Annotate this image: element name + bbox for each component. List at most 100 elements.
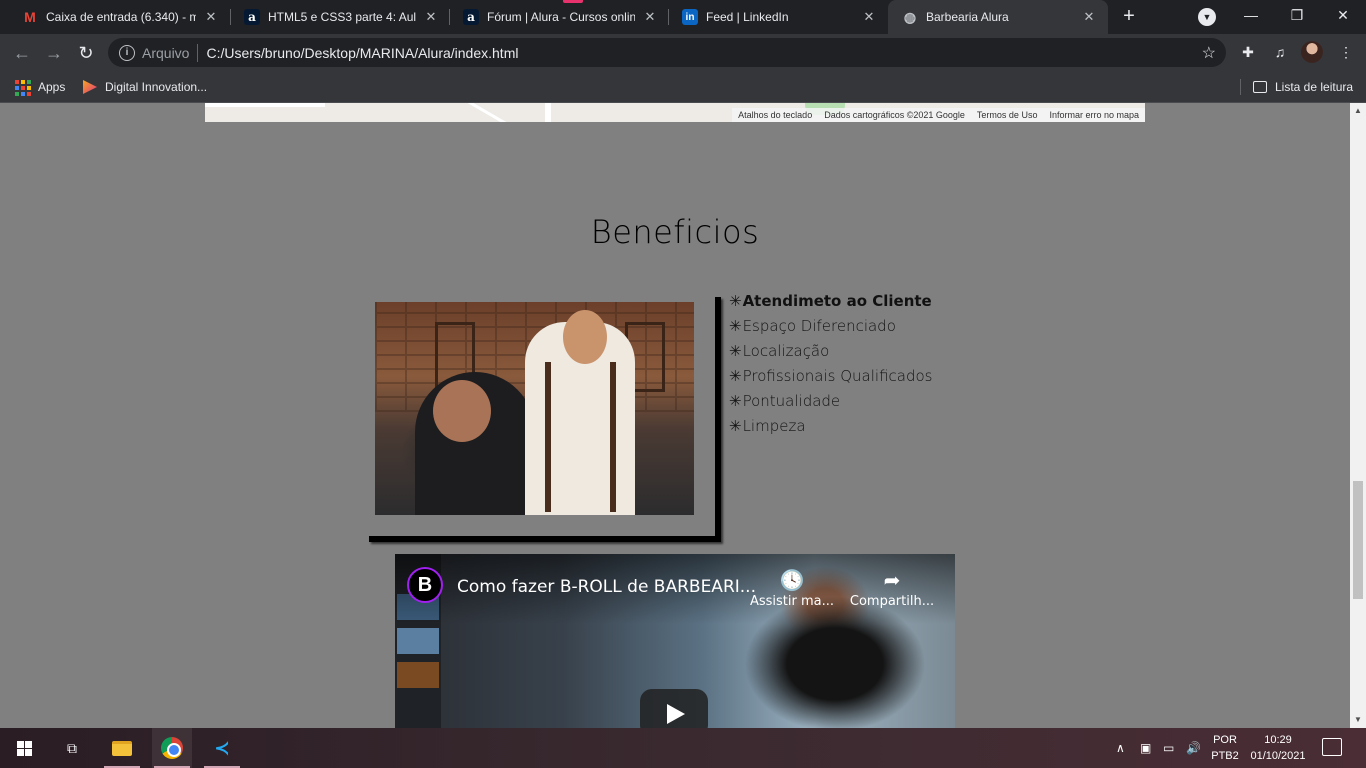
folder-icon (112, 740, 132, 756)
watch-later-label: Assistir ma... (749, 594, 835, 609)
map-keyboard-shortcuts-link[interactable]: Atalhos do teclado (738, 110, 812, 120)
bookmark-apps[interactable]: Apps (14, 77, 65, 97)
share-button[interactable]: ➦ Compartilh... (847, 568, 937, 609)
tray-overflow-icon[interactable]: ∧ (1116, 728, 1125, 768)
map-road (545, 103, 551, 122)
alura-icon: a (244, 9, 260, 25)
video-title[interactable]: Como fazer B-ROLL de BARBEARI... (457, 577, 756, 597)
channel-logo[interactable]: B (407, 567, 443, 603)
new-tab-button[interactable]: + (1117, 4, 1141, 28)
page-scrollbar[interactable]: ▲ ▼ (1350, 103, 1366, 728)
video-thumbnail (397, 662, 439, 688)
tab-forum-alura[interactable]: a Fórum | Alura - Cursos online ✕ (449, 0, 669, 34)
notification-center-icon[interactable] (1322, 738, 1342, 756)
profile-avatar[interactable] (1301, 41, 1323, 63)
gmail-icon: M (24, 9, 36, 25)
embedded-map[interactable]: Atalhos do teclado Dados cartográficos ©… (205, 103, 1145, 122)
share-icon: ➦ (883, 568, 901, 592)
close-icon[interactable]: ✕ (422, 9, 440, 25)
tab-barbearia-alura[interactable]: ◍ Barbearia Alura ✕ (888, 0, 1108, 34)
windows-logo-icon (16, 740, 32, 756)
map-data-credit: Dados cartográficos ©2021 Google (824, 110, 965, 120)
info-icon[interactable]: i (119, 44, 135, 61)
system-clock[interactable]: 10:29 01/10/2021 (1246, 732, 1310, 764)
asterisk-icon: ✳ (729, 392, 742, 410)
address-bar[interactable]: i Arquivo C:/Users/bruno/Desktop/MARINA/… (108, 38, 1226, 67)
media-control-icon[interactable]: ♫ (1270, 42, 1290, 62)
apps-grid-icon (14, 79, 31, 96)
tab-search-icon[interactable]: ▼ (1198, 8, 1216, 26)
dio-icon (83, 80, 97, 94)
share-label: Compartilh... (849, 594, 935, 609)
clock-date: 01/10/2021 (1250, 750, 1306, 762)
benefit-text: Localização (742, 342, 830, 360)
benefits-photo-frame (363, 291, 715, 536)
extensions-icon[interactable]: ✚ (1238, 42, 1258, 62)
tab-title: HTML5 e CSS3 parte 4: Aula 5 (268, 10, 416, 24)
language-indicator[interactable]: POR PTB2 (1210, 732, 1240, 764)
reading-list-button[interactable]: Lista de leitura (1253, 77, 1353, 97)
network-icon[interactable]: ▣ (1140, 728, 1151, 768)
bookmark-digital-innovation[interactable]: Digital Innovation... (83, 77, 207, 97)
asterisk-icon: ✳ (729, 342, 742, 360)
url-text[interactable]: C:/Users/bruno/Desktop/MARINA/Alura/inde… (206, 45, 1201, 61)
video-thumbnail (397, 628, 439, 654)
photo-barber-head (563, 310, 607, 364)
tab-html5-css3[interactable]: a HTML5 e CSS3 parte 4: Aula 5 ✕ (230, 0, 450, 34)
bookmark-star-icon[interactable]: ☆ (1202, 43, 1216, 63)
scrollbar-thumb[interactable] (1353, 481, 1363, 599)
clock-time: 10:29 (1264, 734, 1292, 746)
start-button[interactable] (4, 728, 44, 768)
youtube-video-embed[interactable]: B Como fazer B-ROLL de BARBEARI... 🕓 Ass… (395, 554, 955, 728)
page-viewport: Atalhos do teclado Dados cartográficos ©… (0, 103, 1350, 728)
scroll-up-arrow-icon[interactable]: ▲ (1350, 103, 1366, 119)
map-terms-link[interactable]: Termos de Uso (977, 110, 1038, 120)
scroll-down-arrow-icon[interactable]: ▼ (1350, 712, 1366, 728)
tab-linkedin[interactable]: in Feed | LinkedIn ✕ (668, 0, 888, 34)
close-window-button[interactable]: ✕ (1320, 0, 1366, 30)
benefit-text: Pontualidade (742, 392, 841, 410)
tab-title: Caixa de entrada (6.340) - ma (46, 10, 196, 24)
file-explorer-button[interactable] (102, 728, 142, 768)
bookmark-divider (1240, 79, 1241, 95)
close-icon[interactable]: ✕ (641, 9, 659, 25)
map-road (440, 103, 520, 122)
windows-taskbar: ⧉ ≺ ∧ ▣ ▭ 🔊 POR PTB2 10:29 01/10/2021 (0, 728, 1366, 768)
forward-button[interactable]: → (41, 40, 67, 66)
benefits-list: ✳Atendimeto ao Cliente ✳Espaço Diferenci… (729, 289, 933, 439)
tab-title: Barbearia Alura (926, 10, 1009, 24)
restore-button[interactable]: ❐ (1274, 0, 1320, 30)
volume-icon[interactable]: 🔊 (1186, 728, 1201, 768)
chrome-taskbar-button[interactable] (152, 728, 192, 768)
task-view-button[interactable]: ⧉ (52, 728, 92, 768)
asterisk-icon: ✳ (729, 317, 742, 335)
keyboard-layout: PTB2 (1211, 750, 1239, 762)
vscode-taskbar-button[interactable]: ≺ (202, 728, 242, 768)
map-attribution: Atalhos do teclado Dados cartográficos ©… (732, 108, 1145, 122)
map-report-error-link[interactable]: Informar erro no mapa (1049, 110, 1139, 120)
benefit-text: Atendimeto ao Cliente (742, 292, 932, 310)
close-icon[interactable]: ✕ (202, 9, 220, 25)
benefit-text: Limpeza (742, 417, 806, 435)
bookmark-label: Apps (38, 80, 66, 94)
watch-later-button[interactable]: 🕓 Assistir ma... (747, 568, 837, 609)
close-icon[interactable]: ✕ (860, 9, 878, 25)
menu-icon[interactable]: ⋮ (1336, 42, 1356, 62)
minimize-button[interactable]: — (1228, 0, 1274, 30)
browser-toolbar: ← → ↻ i Arquivo C:/Users/bruno/Desktop/M… (0, 34, 1366, 71)
back-button[interactable]: ← (9, 40, 35, 66)
bookmarks-bar: Apps Digital Innovation... Lista de leit… (0, 71, 1366, 103)
close-icon[interactable]: ✕ (1080, 9, 1098, 25)
tab-gmail[interactable]: M Caixa de entrada (6.340) - ma ✕ (8, 0, 230, 34)
reload-button[interactable]: ↻ (73, 40, 99, 66)
battery-icon[interactable]: ▭ (1163, 728, 1174, 768)
play-button[interactable] (640, 689, 708, 728)
photo-suspender (545, 362, 551, 512)
bookmark-label: Digital Innovation... (105, 80, 208, 94)
tab-title: Feed | LinkedIn (706, 10, 789, 24)
vscode-icon: ≺ (214, 738, 230, 758)
task-view-icon: ⧉ (67, 739, 77, 756)
map-road (205, 103, 325, 107)
alura-icon: a (463, 9, 479, 25)
list-item: ✳Pontualidade (729, 389, 933, 414)
